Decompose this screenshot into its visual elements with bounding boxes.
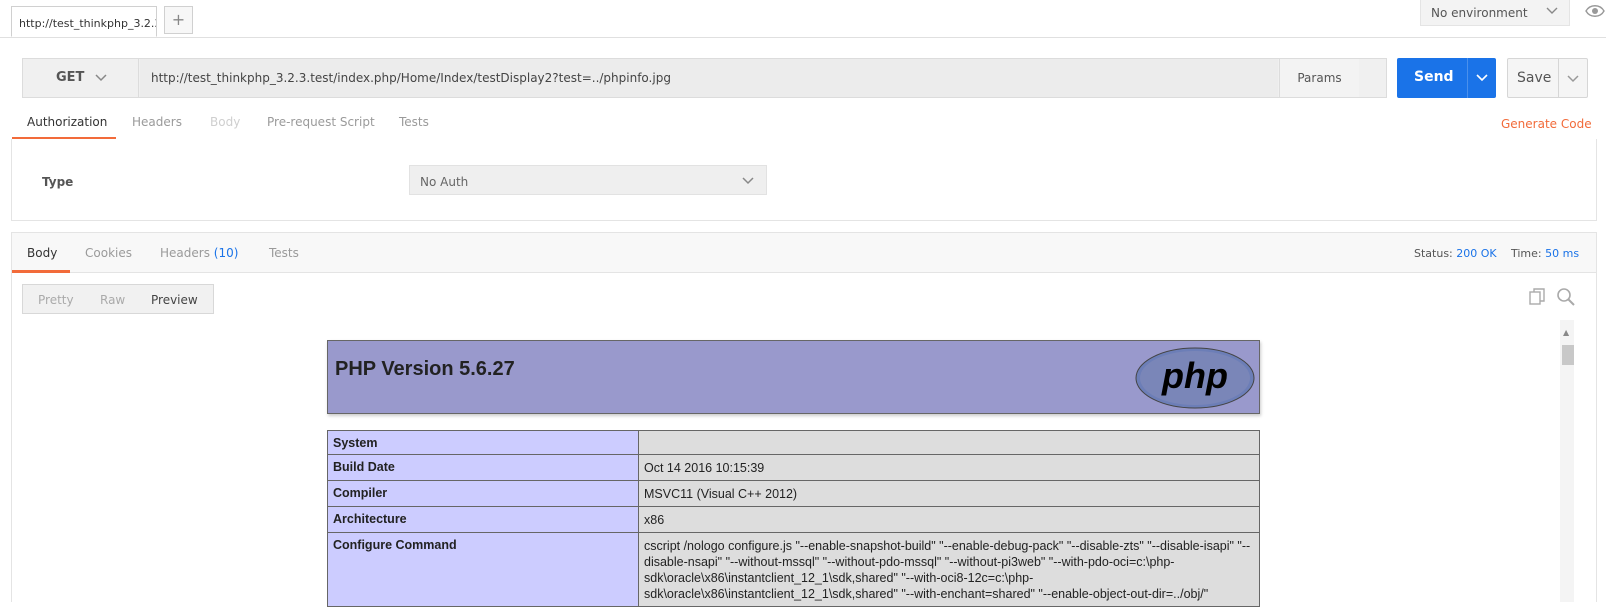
tab-authorization[interactable]: Authorization	[27, 115, 107, 129]
phpinfo-key: Build Date	[327, 454, 639, 481]
table-row: Configure Command cscript /nologo configu…	[327, 532, 1260, 607]
php-logo: php	[1135, 347, 1255, 409]
tab-response-body[interactable]: Body	[27, 246, 57, 260]
tab-tests[interactable]: Tests	[399, 115, 429, 129]
phpinfo-value: cscript /nologo configure.js "--enable-s…	[638, 532, 1260, 607]
phpinfo-title: PHP Version 5.6.27	[335, 358, 515, 380]
phpinfo-value: MSVC11 (Visual C++ 2012)	[638, 480, 1260, 507]
view-mode-selector: Pretty Raw Preview	[22, 284, 214, 314]
svg-text:php: php	[1161, 355, 1228, 396]
time-label: Time:	[1511, 247, 1542, 260]
phpinfo-key: Architecture	[327, 506, 639, 533]
chevron-down-icon	[742, 177, 754, 185]
new-tab-button[interactable]: +	[164, 6, 193, 34]
table-row: Compiler MSVC11 (Visual C++ 2012)	[327, 480, 1260, 507]
search-icon[interactable]	[1556, 287, 1576, 307]
chevron-down-icon	[1546, 7, 1558, 14]
chevron-down-icon[interactable]	[1473, 68, 1491, 86]
table-row: System	[327, 430, 1260, 455]
tab-bar: http://test_thinkphp_3.2.3 + No environm…	[0, 0, 1606, 38]
scroll-up-arrow-icon[interactable]: ▲	[1563, 328, 1569, 337]
method-label: GET	[56, 70, 85, 85]
tab-response-headers[interactable]: Headers (10)	[160, 246, 238, 260]
request-tab[interactable]: http://test_thinkphp_3.2.3	[11, 6, 157, 37]
save-button[interactable]: Save	[1507, 58, 1588, 98]
phpinfo-value	[638, 430, 1260, 455]
tab-headers[interactable]: Headers	[132, 115, 182, 129]
status-label: Status:	[1414, 247, 1453, 260]
auth-type-value: No Auth	[420, 175, 469, 189]
chevron-down-icon	[95, 74, 107, 82]
method-select[interactable]: GET	[23, 59, 139, 97]
tab-body[interactable]: Body	[210, 115, 240, 129]
environment-select-label: No environment	[1431, 6, 1528, 20]
view-raw-button[interactable]: Raw	[100, 293, 125, 307]
environment-select[interactable]: No environment	[1420, 0, 1570, 26]
request-tabs: Authorization Headers Body Pre-request S…	[12, 108, 1595, 140]
scrollbar-thumb[interactable]	[1562, 345, 1574, 365]
phpinfo-value: Oct 14 2016 10:15:39	[638, 454, 1260, 481]
copy-icon[interactable]	[1527, 287, 1547, 307]
phpinfo-header: PHP Version 5.6.27 php	[327, 340, 1260, 414]
params-button[interactable]: Params	[1279, 59, 1359, 97]
view-preview-button[interactable]: Preview	[151, 293, 198, 307]
save-split-divider	[1558, 59, 1559, 97]
response-headers-label: Headers	[160, 246, 210, 260]
phpinfo-key: Configure Command	[327, 532, 639, 607]
time-value: 50 ms	[1545, 247, 1580, 260]
send-label: Send	[1414, 69, 1454, 85]
tab-pre-request-script[interactable]: Pre-request Script	[267, 115, 375, 129]
time-indicator: Time: 50 ms	[1511, 247, 1579, 260]
phpinfo-table: System Build Date Oct 14 2016 10:15:39 Comp…	[327, 430, 1260, 607]
table-row: Architecture x86	[327, 506, 1260, 533]
response-tabs: Body Cookies Headers (10) Tests Status: …	[12, 233, 1596, 273]
phpinfo-value: x86	[638, 506, 1260, 533]
auth-type-select[interactable]: No Auth	[409, 165, 767, 195]
active-response-tab-underline	[12, 270, 70, 273]
auth-type-label: Type	[42, 175, 74, 189]
authorization-panel: Type No Auth	[11, 139, 1597, 221]
request-bar: GET http://test_thinkphp_3.2.3.test/inde…	[22, 58, 1387, 98]
url-input[interactable]: http://test_thinkphp_3.2.3.test/index.ph…	[140, 59, 1278, 97]
status-value: 200 OK	[1456, 247, 1497, 260]
save-label: Save	[1517, 70, 1552, 86]
chevron-down-icon[interactable]	[1564, 69, 1582, 87]
table-row: Build Date Oct 14 2016 10:15:39	[327, 454, 1260, 481]
view-pretty-button[interactable]: Pretty	[38, 293, 74, 307]
send-button[interactable]: Send	[1397, 58, 1496, 98]
phpinfo-key: Compiler	[327, 480, 639, 507]
tab-response-tests[interactable]: Tests	[269, 246, 299, 260]
tab-response-cookies[interactable]: Cookies	[85, 246, 132, 260]
status-indicator: Status: 200 OK	[1414, 247, 1497, 260]
send-split-divider	[1467, 58, 1468, 98]
generate-code-link[interactable]: Generate Code	[1501, 117, 1592, 131]
response-headers-count: (10)	[213, 246, 239, 260]
phpinfo-key: System	[327, 430, 639, 455]
eye-icon[interactable]	[1585, 2, 1605, 20]
